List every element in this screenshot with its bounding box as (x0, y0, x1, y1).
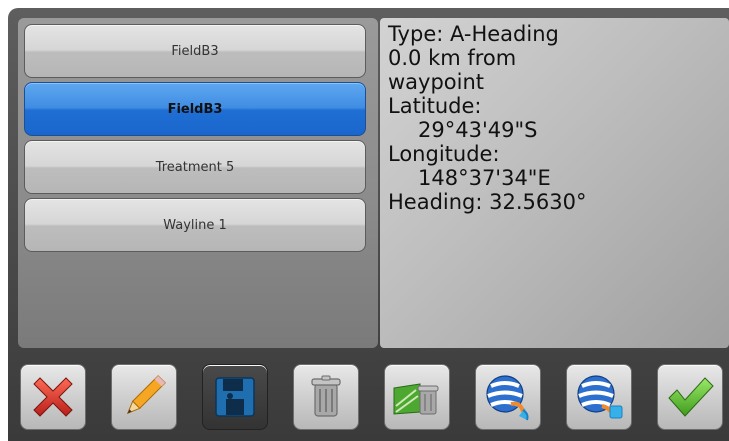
export-button[interactable] (475, 364, 541, 430)
import-button[interactable] (566, 364, 632, 430)
confirm-button[interactable] (657, 364, 723, 430)
distance-line: 0.0 km from (388, 46, 517, 70)
list-item-label: Wayline 1 (163, 217, 227, 233)
longitude-label: Longitude: (388, 142, 500, 166)
delete-button[interactable] (293, 364, 359, 430)
waypoint-line: waypoint (388, 70, 485, 94)
list-item-treatment-5[interactable]: Treatment 5 (24, 140, 366, 194)
globe-import-icon (577, 375, 623, 419)
heading-line: Heading: 32.5630° (388, 190, 587, 214)
list-item-label: FieldB3 (167, 101, 223, 117)
latitude-value: 29°43'49"S (418, 118, 538, 142)
list-item-fieldb3-selected[interactable]: FieldB3 (24, 82, 366, 136)
list-item-label: FieldB3 (171, 43, 219, 59)
list-item-wayline-1[interactable]: Wayline 1 (24, 198, 366, 252)
green-check-icon (668, 377, 714, 417)
item-list-panel: FieldB3 FieldB3 Treatment 5 Wayline 1 (18, 18, 378, 348)
details-panel: Type: A-Heading 0.0 km from waypoint Lat… (380, 18, 729, 348)
details-text: Type: A-Heading 0.0 km from waypoint Lat… (388, 22, 586, 214)
floppy-disk-icon (215, 377, 255, 417)
longitude-value: 148°37'34"E (418, 166, 551, 190)
globe-export-icon (486, 375, 529, 421)
app-frame: FieldB3 FieldB3 Treatment 5 Wayline 1 Ty… (8, 8, 729, 441)
edit-button[interactable] (111, 364, 177, 430)
bottom-toolbar (8, 354, 729, 441)
trash-can-icon (311, 375, 341, 417)
red-x-icon (33, 377, 73, 417)
cancel-button[interactable] (20, 364, 86, 430)
save-button[interactable] (202, 364, 268, 430)
list-item-label: Treatment 5 (155, 159, 235, 175)
list-item-fieldb3[interactable]: FieldB3 (24, 24, 366, 78)
pencil-icon (126, 375, 166, 415)
type-line: Type: A-Heading (388, 22, 559, 46)
delete-field-button[interactable] (384, 364, 450, 430)
latitude-label: Latitude: (388, 94, 482, 118)
field-trash-icon (393, 383, 439, 415)
